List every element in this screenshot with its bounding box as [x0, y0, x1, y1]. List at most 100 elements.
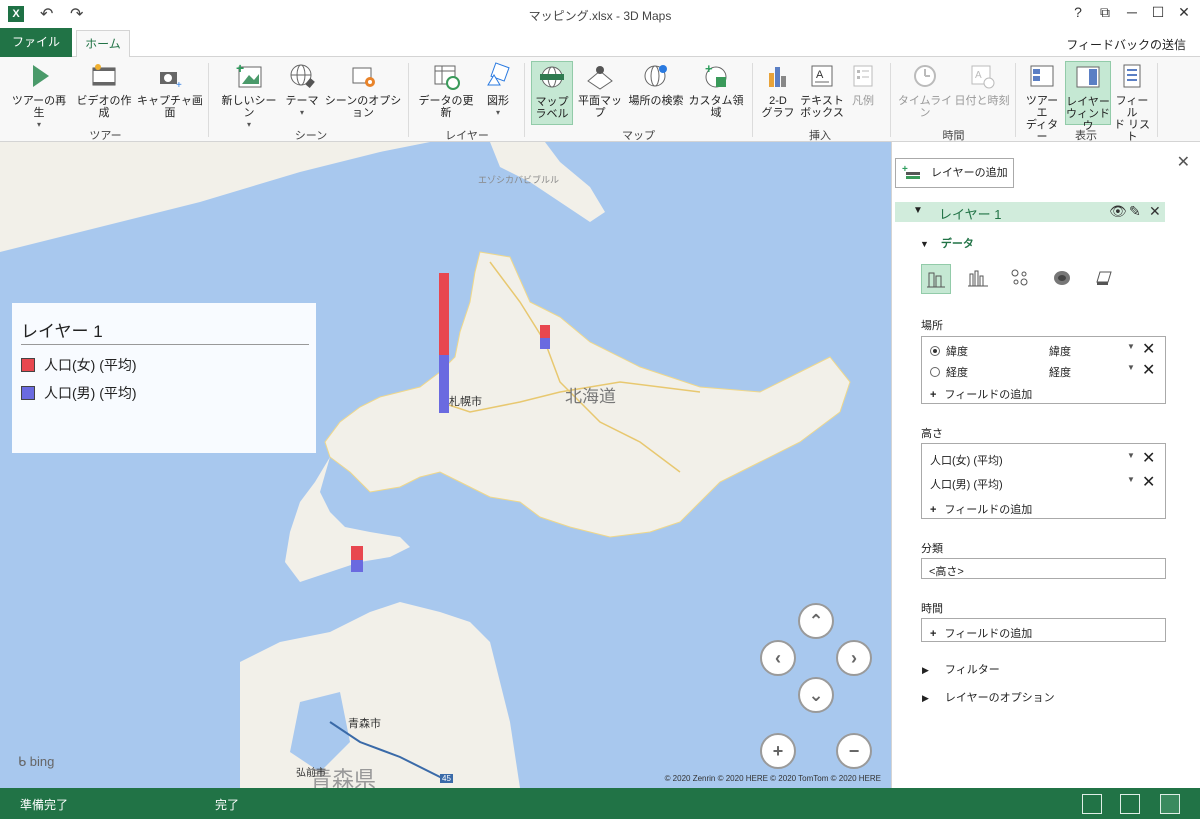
custom-regions-label: カスタム領域	[688, 95, 744, 119]
capture-screen-button[interactable]: + キャプチャ画面	[137, 61, 203, 123]
bubble-button[interactable]	[1005, 264, 1035, 294]
remove-field-icon[interactable]: ✕	[1142, 448, 1155, 468]
delete-layer-icon[interactable]: ✕	[1149, 203, 1161, 220]
layer-pane-button[interactable]: レイヤー ウィンドウ	[1065, 61, 1111, 132]
fit-view-icon[interactable]	[1160, 794, 1180, 814]
radio-longitude[interactable]	[930, 367, 940, 377]
filter-section[interactable]: ▶ フィルター	[922, 661, 1000, 677]
play-tour-label: ツアーの再生	[11, 95, 67, 119]
shapes-button[interactable]: 図形 ▾	[480, 61, 516, 123]
time-label: 時間	[921, 603, 943, 615]
map-view-icon[interactable]	[1120, 794, 1140, 814]
plus-icon: +	[930, 389, 937, 401]
zoom-in-button[interactable]: +	[760, 733, 796, 769]
tour-editor-button[interactable]: ツアー エ ディター	[1021, 61, 1063, 143]
map-canvas[interactable]: 北海道 札幌市 青森市 青森県 弘前市 エゾシカバビブルル 45 レイヤー 1 …	[0, 142, 891, 788]
map-labels-button[interactable]: マップ ラベル	[531, 61, 573, 125]
help-button[interactable]: ?	[1068, 4, 1088, 20]
ribbon-display-button[interactable]: ⧉	[1095, 4, 1115, 21]
clustered-column-icon	[968, 270, 988, 287]
date-time-button[interactable]: A 日付と時刻	[954, 61, 1010, 123]
collapse-triangle-icon[interactable]: ▼	[913, 205, 923, 216]
maximize-button[interactable]: ☐	[1148, 4, 1168, 21]
text-box-button[interactable]: A テキスト ボックス	[800, 61, 844, 123]
capture-screen-label: キャプチャ画面	[137, 95, 203, 119]
eye-icon[interactable]: 👁	[1109, 203, 1127, 220]
pan-left-button[interactable]: ‹	[760, 640, 796, 676]
pan-down-button[interactable]: ⌄	[798, 677, 834, 713]
height-field: 人口(男) (平均)	[930, 479, 1003, 491]
play-tour-button[interactable]: ツアーの再生 ▾	[8, 61, 70, 129]
pencil-icon[interactable]: ✎	[1129, 203, 1141, 220]
layer-options-section[interactable]: ▶ レイヤーのオプション	[922, 689, 1055, 705]
region-button[interactable]	[1089, 264, 1119, 294]
add-height-field[interactable]: + フィールドの追加	[922, 497, 1165, 517]
layer-name[interactable]: レイヤー 1	[939, 204, 1001, 223]
stacked-column-button[interactable]	[921, 264, 951, 294]
height-row-female[interactable]: 人口(女) (平均) ▼ ✕	[922, 448, 1165, 468]
add-location-field[interactable]: + フィールドの追加	[922, 382, 1165, 402]
time-box[interactable]: + フィールドの追加	[921, 618, 1166, 642]
text-box-icon: A	[811, 65, 833, 87]
pan-right-button[interactable]: ›	[836, 640, 872, 676]
tab-file[interactable]: ファイル	[0, 28, 72, 57]
close-button[interactable]: ✕	[1174, 4, 1194, 21]
add-time-field[interactable]: + フィールドの追加	[922, 621, 1165, 641]
timeline-button[interactable]: タイムライン	[897, 61, 953, 123]
bar-hakodate-female	[351, 546, 363, 560]
dropdown-arrow-icon[interactable]: ▼	[1127, 342, 1135, 351]
2d-chart-button[interactable]: 2-D グラフ	[760, 61, 796, 123]
heat-map-button[interactable]	[1047, 264, 1077, 294]
tour-editor-icon	[1030, 65, 1054, 87]
dropdown-arrow-icon[interactable]: ▼	[1127, 451, 1135, 460]
layer-header[interactable]: ▼ レイヤー 1 👁 ✎ ✕	[895, 202, 1165, 222]
clock-icon	[914, 65, 936, 87]
remove-field-icon[interactable]: ✕	[1142, 360, 1155, 380]
minimize-button[interactable]: ─	[1122, 4, 1142, 20]
field-list-button[interactable]: フィール ド リスト	[1113, 61, 1151, 143]
custom-regions-button[interactable]: + カスタム領域	[686, 61, 746, 123]
find-location-button[interactable]: 場所の検索	[627, 61, 685, 123]
refresh-data-button[interactable]: データの更新	[414, 61, 478, 123]
zoom-out-button[interactable]: −	[836, 733, 872, 769]
theme-label: テーマ	[285, 95, 319, 107]
location-type-select[interactable]: 緯度	[1049, 343, 1071, 359]
height-row-male[interactable]: 人口(男) (平均) ▼ ✕	[922, 472, 1165, 492]
svg-text:A: A	[816, 69, 824, 81]
scene-options-button[interactable]: シーンのオプション	[322, 61, 404, 123]
add-layer-icon: +	[902, 164, 920, 179]
category-field[interactable]: <高さ>	[921, 558, 1166, 579]
photo-view-icon[interactable]	[1082, 794, 1102, 814]
bar-asahikawa-female	[540, 325, 550, 338]
find-location-label: 場所の検索	[628, 95, 684, 107]
location-row-latitude[interactable]: 緯度 緯度 ▼ ✕	[922, 339, 1165, 359]
legend-button[interactable]: 凡例	[846, 61, 880, 123]
clustered-column-button[interactable]	[963, 264, 993, 294]
create-video-button[interactable]: ビデオの作成	[72, 61, 136, 123]
dropdown-arrow-icon[interactable]: ▼	[1127, 363, 1135, 372]
map-legend[interactable]: レイヤー 1 人口(女) (平均) 人口(男) (平均)	[12, 303, 316, 453]
location-row-longitude[interactable]: 経度 経度 ▼ ✕	[922, 360, 1165, 380]
add-layer-button[interactable]: + レイヤーの追加	[895, 158, 1014, 188]
flat-map-button[interactable]: 平面マップ	[574, 61, 626, 123]
ribbon-separator	[1015, 63, 1016, 137]
status-done: 完了	[215, 798, 240, 812]
remove-field-icon[interactable]: ✕	[1142, 472, 1155, 492]
send-feedback-link[interactable]: フィードバックの送信	[1066, 36, 1186, 53]
radio-latitude[interactable]	[930, 346, 940, 356]
new-scene-button[interactable]: + 新しいシーン ▾	[218, 61, 280, 129]
theme-button[interactable]: テーマ ▾	[283, 61, 321, 123]
svg-text:+: +	[902, 164, 908, 175]
dropdown-arrow-icon[interactable]: ▼	[1127, 475, 1135, 484]
2d-chart-label-2: グラフ	[761, 107, 795, 119]
location-type-select[interactable]: 経度	[1049, 364, 1071, 380]
tab-home[interactable]: ホーム	[76, 30, 130, 58]
remove-field-icon[interactable]: ✕	[1142, 339, 1155, 359]
legend-item-label: 人口(男) (平均)	[44, 385, 137, 401]
pan-up-button[interactable]: ⌃	[798, 603, 834, 639]
close-pane-icon[interactable]: ✕	[1177, 152, 1190, 172]
label-hirosaki: 弘前市	[296, 768, 326, 779]
scene-options-label: シーンのオプション	[324, 95, 402, 119]
label-aomori-city: 青森市	[348, 718, 381, 730]
data-section-header[interactable]: ▼ データ	[920, 235, 974, 251]
